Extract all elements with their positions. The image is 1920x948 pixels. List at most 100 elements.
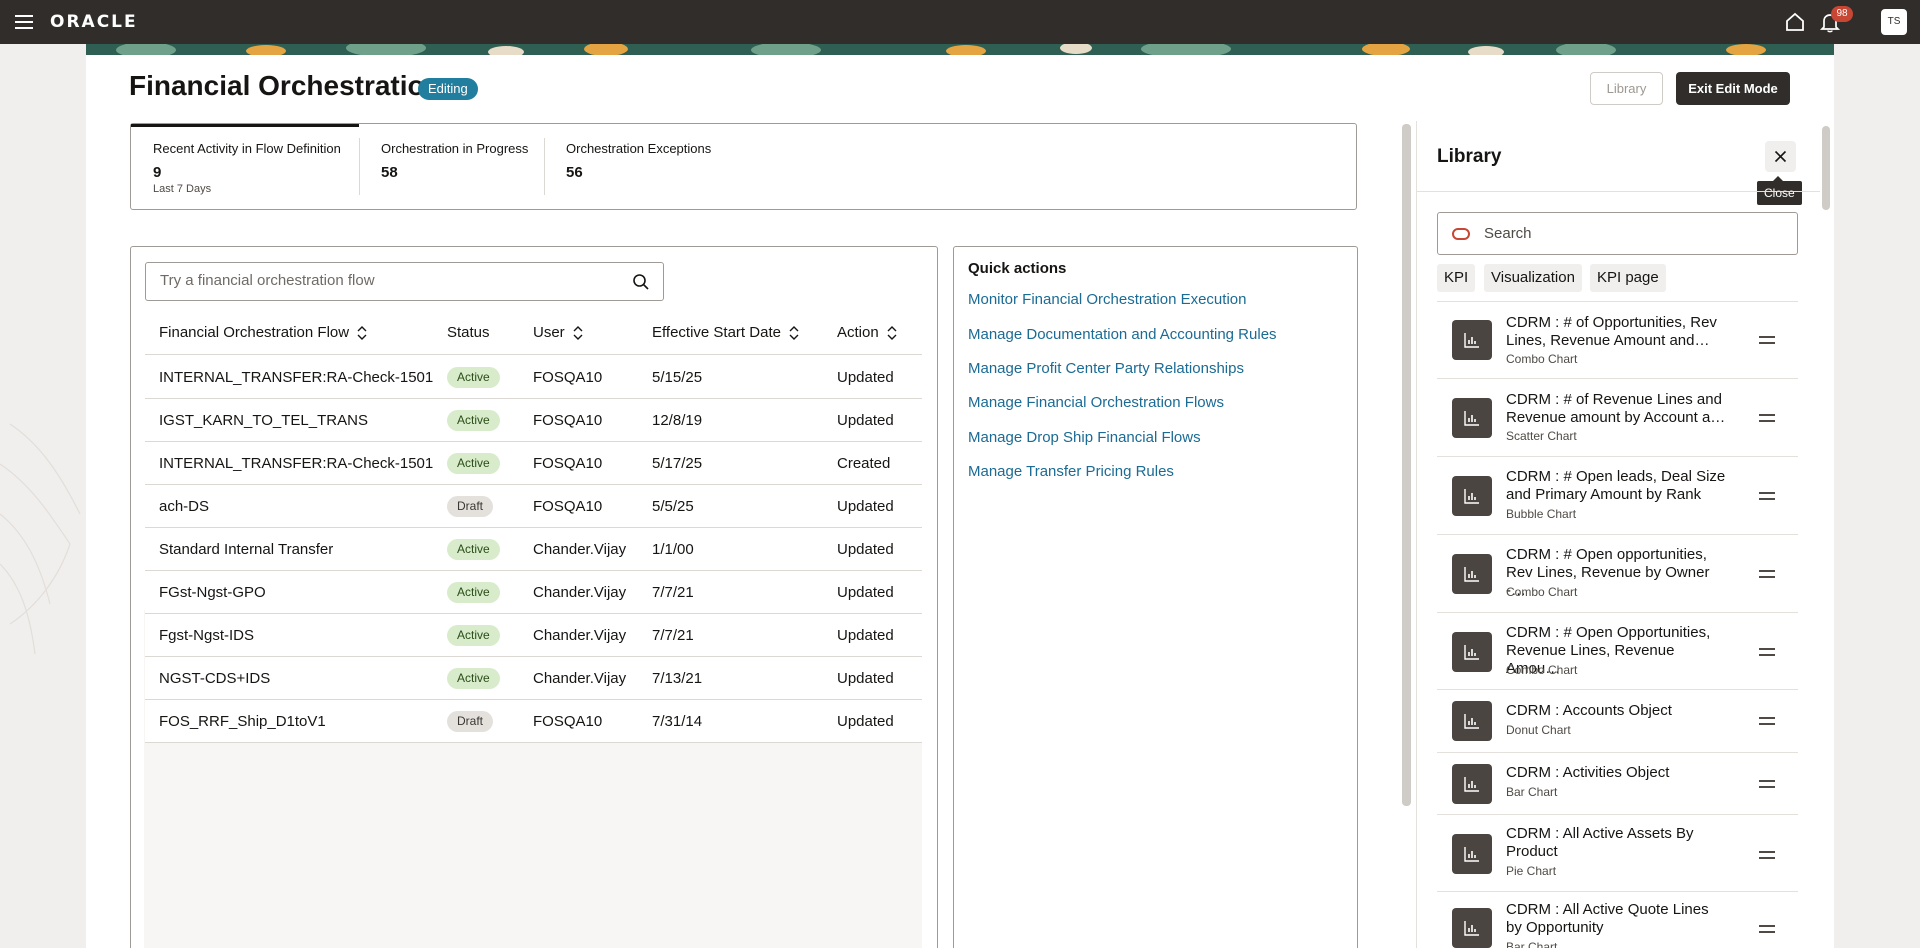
quick-action-link[interactable]: Manage Documentation and Accounting Rule… xyxy=(968,326,1277,343)
library-item-title: CDRM : # of Opportunities, Rev Lines, Re… xyxy=(1506,314,1717,349)
table-row[interactable]: IGST_KARN_TO_TEL_TRANS Active FOSQA10 12… xyxy=(145,399,922,442)
close-button[interactable] xyxy=(1765,141,1796,172)
table-row[interactable]: NGST-CDS+IDS Active Chander.Vijay 7/13/2… xyxy=(145,657,922,700)
drag-handle-icon[interactable] xyxy=(1759,414,1775,424)
column-header-label: Effective Start Date xyxy=(652,324,781,341)
quick-action-link[interactable]: Manage Drop Ship Financial Flows xyxy=(968,429,1201,446)
action-cell: Updated xyxy=(837,369,894,386)
sort-icon[interactable] xyxy=(789,326,799,341)
table-row[interactable]: INTERNAL_TRANSFER:RA-Check-1501 Active F… xyxy=(145,442,922,485)
drag-handle-icon[interactable] xyxy=(1759,648,1775,658)
flow-name-link[interactable]: Fgst-Ngst-IDS xyxy=(159,614,254,657)
library-item[interactable]: CDRM : # Open Opportunities, Revenue Lin… xyxy=(1437,613,1798,690)
quick-actions-title: Quick actions xyxy=(968,260,1067,277)
sort-icon[interactable] xyxy=(573,326,583,341)
column-header-user[interactable]: User xyxy=(533,310,583,355)
flow-name-link[interactable]: INTERNAL_TRANSFER:RA-Check-1501 xyxy=(159,356,433,399)
drag-handle-icon[interactable] xyxy=(1759,717,1775,727)
library-item[interactable]: CDRM : All Active Assets By Product Pie … xyxy=(1437,815,1798,892)
drag-handle-icon[interactable] xyxy=(1759,780,1775,790)
page-banner xyxy=(86,44,1834,55)
library-scrollbar[interactable] xyxy=(1822,126,1830,210)
search-icon[interactable] xyxy=(631,272,651,292)
oracle-logo[interactable]: ORACLE xyxy=(50,12,138,32)
home-icon[interactable] xyxy=(1784,11,1806,33)
table-row[interactable]: ach-DS Draft FOSQA10 5/5/25 Updated xyxy=(145,485,922,528)
table-row[interactable]: FOS_RRF_Ship_D1toV1 Draft FOSQA10 7/31/1… xyxy=(145,700,922,743)
table-row[interactable]: Fgst-Ngst-IDS Active Chander.Vijay 7/7/2… xyxy=(145,614,922,657)
library-search-field[interactable] xyxy=(1437,212,1798,255)
chart-thumbnail-icon xyxy=(1452,764,1492,804)
user-cell: Chander.Vijay xyxy=(533,670,627,687)
date-cell: 1/1/00 xyxy=(652,541,694,558)
column-header-status: Status xyxy=(447,310,490,355)
flow-name-link[interactable]: NGST-CDS+IDS xyxy=(159,657,270,700)
flow-name-link[interactable]: INTERNAL_TRANSFER:RA-Check-1501 xyxy=(159,442,433,485)
library-item[interactable]: CDRM : Accounts Object Donut Chart xyxy=(1437,690,1798,753)
library-item-type: Scatter Chart xyxy=(1506,429,1577,443)
library-item-type: Combo Chart xyxy=(1506,663,1578,677)
drag-handle-icon[interactable] xyxy=(1759,851,1775,861)
library-item[interactable]: CDRM : # Open opportunities, Rev Lines, … xyxy=(1437,535,1798,613)
library-item[interactable]: CDRM : # of Revenue Lines and Revenue am… xyxy=(1437,379,1798,457)
quick-action-link[interactable]: Manage Financial Orchestration Flows xyxy=(968,394,1224,411)
user-cell: FOSQA10 xyxy=(533,412,603,429)
user-cell: Chander.Vijay xyxy=(533,541,627,558)
library-item[interactable]: CDRM : Activities Object Bar Chart xyxy=(1437,753,1798,815)
metric-subtext: Last 7 Days xyxy=(153,183,212,195)
column-header-effective-start-date[interactable]: Effective Start Date xyxy=(652,310,799,355)
library-item[interactable]: CDRM : # Open leads, Deal Size and Prima… xyxy=(1437,457,1798,535)
quick-action-link[interactable]: Manage Profit Center Party Relationships xyxy=(968,360,1244,377)
status-badge: Active xyxy=(447,539,500,560)
chart-thumbnail-icon xyxy=(1452,476,1492,516)
drag-handle-icon[interactable] xyxy=(1759,570,1775,580)
table-row[interactable]: Standard Internal Transfer Active Chande… xyxy=(145,528,922,571)
user-avatar[interactable]: TS xyxy=(1881,9,1907,35)
metrics-strip: Recent Activity in Flow Definition 9 Las… xyxy=(130,123,1357,210)
quick-action-link[interactable]: Monitor Financial Orchestration Executio… xyxy=(968,291,1246,308)
metric-orchestration-exceptions[interactable]: Orchestration Exceptions 56 xyxy=(544,124,744,209)
table-row[interactable]: INTERNAL_TRANSFER:RA-Check-1501 Active F… xyxy=(145,356,922,399)
flow-name-link[interactable]: IGST_KARN_TO_TEL_TRANS xyxy=(159,399,368,442)
date-cell: 5/5/25 xyxy=(652,498,694,515)
library-item-type: Pie Chart xyxy=(1506,864,1557,878)
library-button[interactable]: Library xyxy=(1590,72,1663,105)
filter-chip-visualization[interactable]: Visualization xyxy=(1484,264,1582,292)
flow-name-link[interactable]: Standard Internal Transfer xyxy=(159,528,333,571)
user-cell: FOSQA10 xyxy=(533,369,603,386)
filter-chip-kpi[interactable]: KPI xyxy=(1437,264,1476,292)
sort-icon[interactable] xyxy=(357,326,367,341)
library-item-title: CDRM : Activities Object xyxy=(1506,764,1670,781)
flow-search-field[interactable] xyxy=(145,262,664,301)
quick-action-link[interactable]: Manage Transfer Pricing Rules xyxy=(968,463,1174,480)
library-search-input[interactable] xyxy=(1484,225,1784,242)
drag-handle-icon[interactable] xyxy=(1759,492,1775,502)
flow-search-input[interactable] xyxy=(160,272,620,289)
exit-edit-mode-button[interactable]: Exit Edit Mode xyxy=(1676,72,1790,105)
metric-orchestration-in-progress[interactable]: Orchestration in Progress 58 xyxy=(359,124,544,209)
metric-label: Orchestration in Progress xyxy=(381,141,529,156)
date-cell: 5/17/25 xyxy=(652,455,703,472)
chart-thumbnail-icon xyxy=(1452,398,1492,438)
global-header: ORACLE 98 TS xyxy=(0,0,1920,44)
sort-icon[interactable] xyxy=(887,326,897,341)
drag-handle-icon[interactable] xyxy=(1759,336,1775,346)
chart-thumbnail-icon xyxy=(1452,320,1492,360)
flow-name-link[interactable]: FGst-Ngst-GPO xyxy=(159,571,266,614)
date-cell: 12/8/19 xyxy=(652,412,703,429)
menu-icon[interactable] xyxy=(14,12,34,32)
flow-name-link[interactable]: FOS_RRF_Ship_D1toV1 xyxy=(159,700,326,743)
flow-name-link[interactable]: ach-DS xyxy=(159,485,209,528)
drag-handle-icon[interactable] xyxy=(1759,925,1775,935)
action-cell: Updated xyxy=(837,670,894,687)
library-item[interactable]: CDRM : All Active Quote Lines by Opportu… xyxy=(1437,892,1798,948)
content-scrollbar[interactable] xyxy=(1402,124,1411,806)
column-header-flow[interactable]: Financial Orchestration Flow xyxy=(159,310,367,355)
table-row[interactable]: FGst-Ngst-GPO Active Chander.Vijay 7/7/2… xyxy=(145,571,922,614)
metric-recent-activity[interactable]: Recent Activity in Flow Definition 9 Las… xyxy=(131,124,359,209)
library-item-type: Combo Chart xyxy=(1506,352,1578,366)
user-cell: Chander.Vijay xyxy=(533,627,627,644)
library-item[interactable]: CDRM : # of Opportunities, Rev Lines, Re… xyxy=(1437,302,1798,379)
filter-chip-kpi-page[interactable]: KPI page xyxy=(1590,264,1666,292)
column-header-action[interactable]: Action xyxy=(837,310,897,355)
